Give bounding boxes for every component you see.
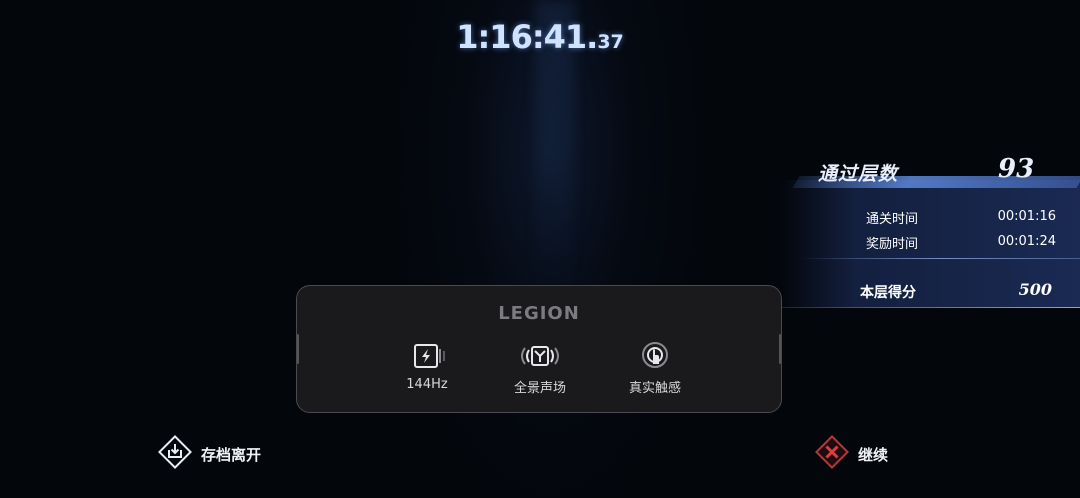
haptic-touch-label: 真实触感 [628, 381, 681, 396]
bonus-time-value: 00:01:24 [997, 234, 1056, 249]
legion-game-overlay: LEGION 144Hz 全景声场 真实触感 [296, 285, 782, 413]
result-bottom-line [780, 307, 1080, 308]
clear-time-value: 00:01:16 [997, 209, 1056, 224]
result-divider [800, 258, 1080, 259]
floor-score-label: 本层得分 [860, 285, 916, 301]
bonus-time-label: 奖励时间 [866, 237, 919, 252]
overlay-left-handle[interactable] [297, 334, 299, 364]
save-download-icon [157, 434, 193, 474]
floor-score-value: 500 [1018, 280, 1052, 299]
save-exit-button[interactable]: 存档离开 [157, 434, 261, 474]
surround-sound-label: 全景声场 [513, 381, 566, 396]
refresh-rate-label: 144Hz [406, 377, 448, 392]
feature-refresh-rate[interactable]: 144Hz [377, 342, 477, 392]
floors-passed-label: 通过层数 [818, 163, 899, 185]
clear-time-label: 通关时间 [866, 212, 919, 227]
surround-sound-icon [517, 342, 563, 370]
feature-surround-sound[interactable]: 全景声场 [490, 342, 590, 396]
continue-x-icon [814, 434, 850, 474]
haptic-touch-icon [640, 342, 670, 370]
timer-main: 1:16:41. [456, 18, 598, 56]
feature-haptic-touch[interactable]: 真实触感 [605, 342, 705, 396]
game-timer: 1:16:41.37 [0, 18, 1080, 56]
refresh-rate-icon [412, 342, 445, 370]
result-panel: 通过层数 93 通关时间 00:01:16 奖励时间 00:01:24 本层得分… [780, 150, 1080, 308]
legion-logo: LEGION [498, 303, 580, 324]
save-exit-label: 存档离开 [201, 445, 262, 464]
continue-button[interactable]: 继续 [814, 434, 888, 474]
timer-centiseconds: 37 [597, 31, 624, 53]
continue-label: 继续 [858, 445, 889, 464]
overlay-right-handle[interactable] [779, 334, 781, 364]
floors-passed-value: 93 [998, 154, 1035, 184]
